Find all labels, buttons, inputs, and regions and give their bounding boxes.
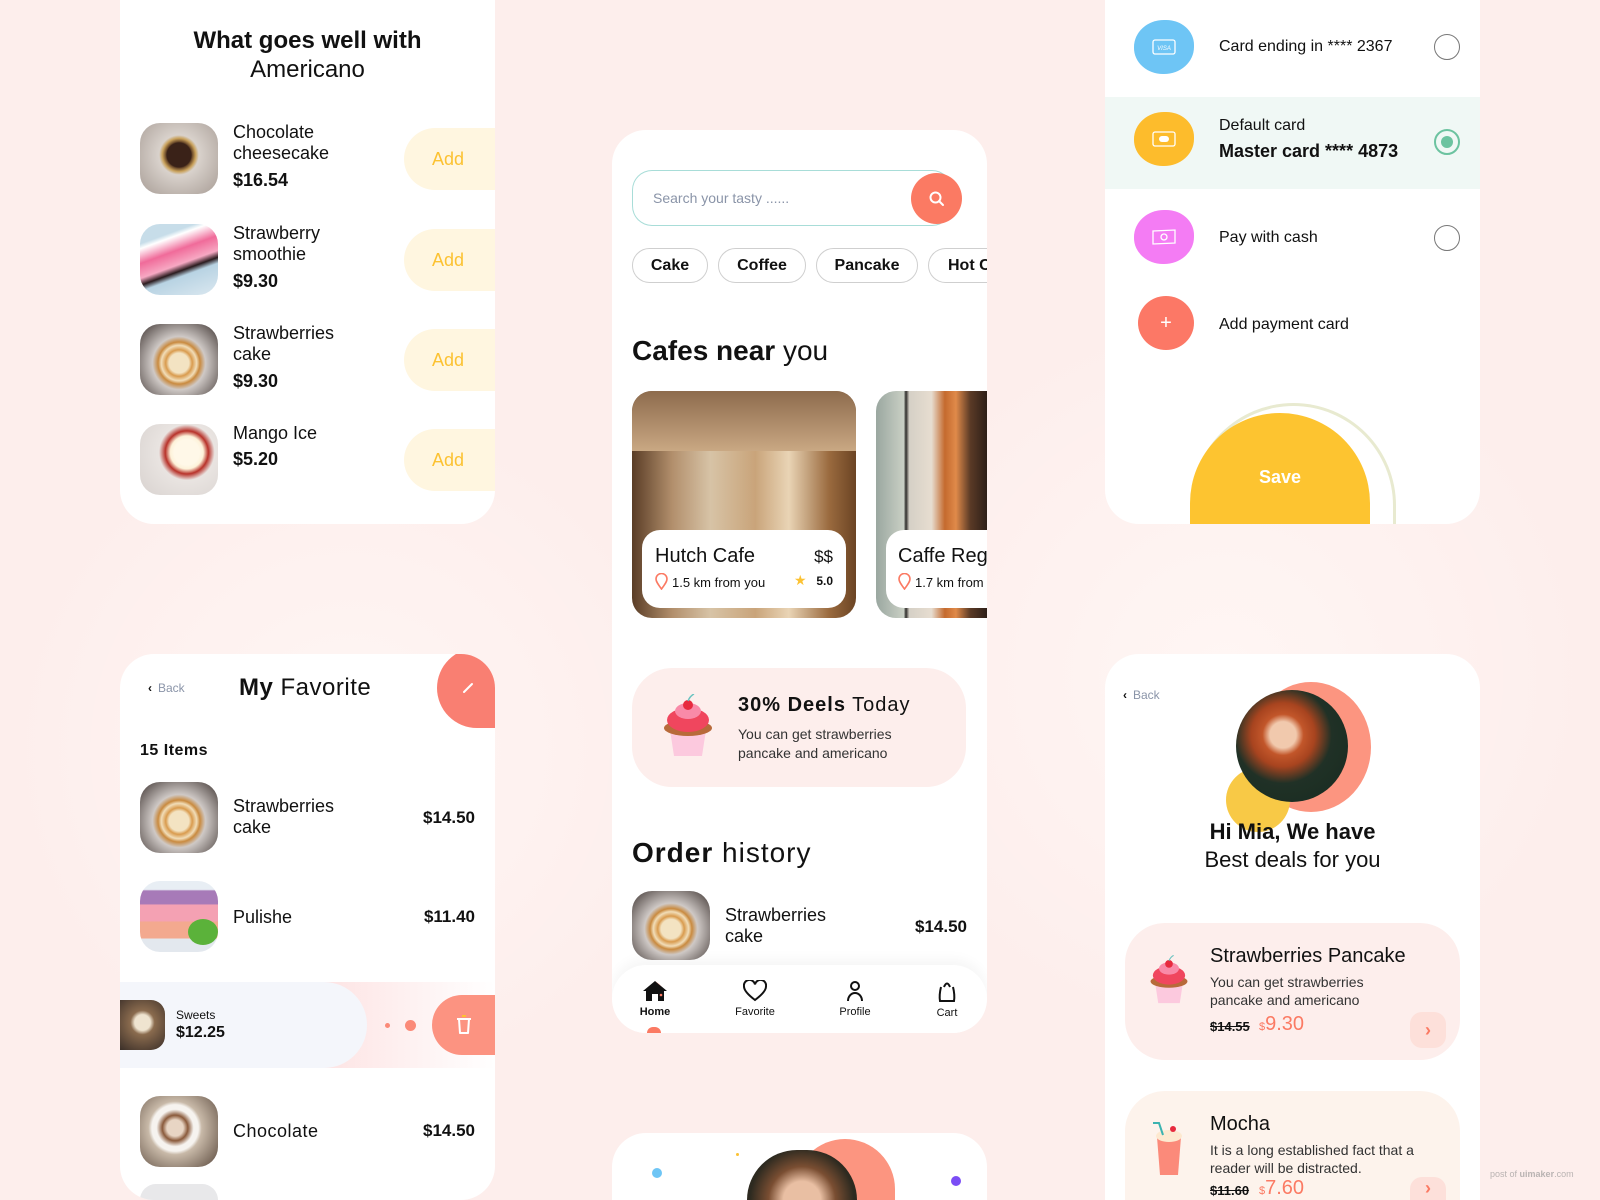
order-history-title: Order history (632, 837, 812, 868)
item-price: $14.50 (423, 808, 475, 827)
greeting: Hi Mia, We have Best deals for you (1204, 819, 1381, 872)
cafe-info: Caffe Reg 1.7 km from (886, 530, 987, 608)
nav-favorite[interactable]: Favorite (720, 965, 790, 1033)
milkshake-icon (1153, 1122, 1182, 1175)
pairing-card: What goes well with Americano Chocolate c… (120, 0, 495, 524)
mango-ice-image (140, 424, 218, 495)
trash-icon (456, 1015, 471, 1034)
delete-button[interactable] (432, 995, 495, 1055)
pencil-icon (463, 683, 473, 693)
macarons-image (140, 881, 218, 952)
back-button[interactable]: ‹ Back (1123, 688, 1160, 702)
item-price: $14.50 (423, 1121, 475, 1140)
order-price: $14.50 (915, 917, 967, 936)
nav-profile[interactable]: Profile (820, 965, 890, 1033)
items-count: 15 Items (140, 742, 209, 759)
swiped-list-item[interactable]: Sweets $12.25 (120, 982, 495, 1068)
cupcake-icon (1150, 955, 1188, 1004)
bag-icon (938, 982, 956, 1002)
item-price: $16.54 (233, 170, 289, 190)
item-price: $9.30 (233, 371, 279, 391)
swipe-dot (385, 1023, 390, 1028)
chip-cake[interactable]: Cake (632, 248, 708, 283)
pairing-title: What goes well with Americano (193, 27, 422, 83)
decor-dot (736, 1153, 739, 1156)
deal-arrow-button[interactable]: › (1410, 1177, 1446, 1200)
page-title: My Favorite (239, 674, 372, 701)
payment-card: VISA Card ending in **** 2367 Default ca… (1105, 0, 1480, 524)
old-price: $14.55 (1210, 1019, 1250, 1034)
profile-card (612, 1133, 987, 1200)
home-icon (643, 981, 667, 1001)
edit-button[interactable] (437, 654, 495, 728)
search-icon (929, 191, 944, 206)
star-icon: ★ (794, 572, 807, 588)
search-button[interactable] (911, 173, 962, 224)
watermark: post of uimaker.com (1490, 1169, 1574, 1179)
add-button[interactable]: Add (404, 429, 495, 491)
chevron-left-icon: ‹ (1123, 688, 1127, 702)
user-icon (847, 981, 863, 1002)
add-button[interactable]: Add (404, 128, 495, 190)
item-price: $11.40 (423, 907, 475, 926)
deal-card[interactable]: Strawberries Pancake You can get strawbe… (1125, 923, 1460, 1060)
heart-icon (743, 980, 767, 1002)
avatar (1236, 690, 1348, 802)
deals-card: ‹ Back Hi Mia, We have Best deals for yo… (1105, 654, 1480, 1200)
chevron-right-icon: › (1425, 1178, 1431, 1198)
chip-coffee[interactable]: Coffee (718, 248, 806, 283)
favorite-card: ‹ Back My Favorite 15 Items Strawberries… (120, 654, 495, 1200)
cafe-card-caffe-reg[interactable]: Caffe Reg 1.7 km from (876, 391, 987, 618)
location-pin-icon (898, 573, 911, 590)
chocolate-drink-image (140, 1096, 218, 1167)
location-pin-icon (655, 573, 668, 590)
deal-card[interactable]: Mocha It is a long established fact that… (1125, 1091, 1460, 1200)
strawberry-smoothie-image (140, 224, 218, 295)
home-card: Search your tasty ...... Cake Coffee Pan… (612, 130, 987, 1033)
radio-cash[interactable] (1434, 225, 1460, 251)
list-item-image (140, 1184, 218, 1200)
chevron-right-icon: › (1425, 1019, 1431, 1040)
strawberries-cake-image (140, 782, 218, 853)
sweets-image (120, 1000, 165, 1050)
cafe-card-hutch[interactable]: Hutch Cafe $$ 1.5 km from you ★ 5.0 (632, 391, 856, 618)
item-price: $9.30 (233, 271, 279, 291)
radio-visa[interactable] (1434, 34, 1460, 60)
nav-cart[interactable]: Cart (912, 965, 982, 1033)
strawberries-cake-image (140, 324, 218, 395)
promo-banner[interactable]: 30% Deels Today You can get strawberries… (632, 668, 966, 787)
radio-master-selected[interactable] (1434, 129, 1460, 155)
back-button[interactable]: ‹ Back (148, 681, 185, 695)
cafe-info: Hutch Cafe $$ 1.5 km from you ★ 5.0 (642, 530, 846, 608)
add-button[interactable]: Add (404, 329, 495, 391)
search-input[interactable]: Search your tasty ...... (632, 170, 952, 226)
deal-price: 7.60 (1265, 1177, 1305, 1199)
chocolate-cheesecake-image (140, 123, 218, 194)
chip-pancake[interactable]: Pancake (816, 248, 918, 283)
card-icon (1152, 131, 1176, 147)
swipe-dot (405, 1020, 416, 1031)
decor-dot (951, 1176, 961, 1186)
old-price: $11.60 (1210, 1183, 1250, 1198)
cash-icon (1152, 229, 1176, 245)
cafes-title: Cafes near you (632, 335, 829, 366)
visa-card-icon: VISA (1152, 39, 1176, 55)
cupcake-icon (664, 694, 712, 756)
chip-hot[interactable]: Hot C (928, 248, 987, 283)
strawberries-cake-image (632, 891, 710, 960)
active-indicator (647, 1027, 661, 1033)
add-button[interactable]: Add (404, 229, 495, 291)
decor-dot (652, 1168, 662, 1178)
nav-home[interactable]: Home (620, 965, 690, 1033)
chevron-left-icon: ‹ (148, 681, 152, 695)
payment-option-master[interactable]: Default card Master card **** 4873 (1105, 97, 1480, 189)
deal-price: 9.30 (1265, 1013, 1305, 1035)
plus-icon: + (1138, 296, 1194, 350)
deal-arrow-button[interactable]: › (1410, 1012, 1446, 1048)
bottom-nav: Home Favorite Profile Cart (612, 965, 987, 1033)
item-price: $5.20 (233, 449, 279, 469)
svg-text:VISA: VISA (1157, 46, 1171, 52)
